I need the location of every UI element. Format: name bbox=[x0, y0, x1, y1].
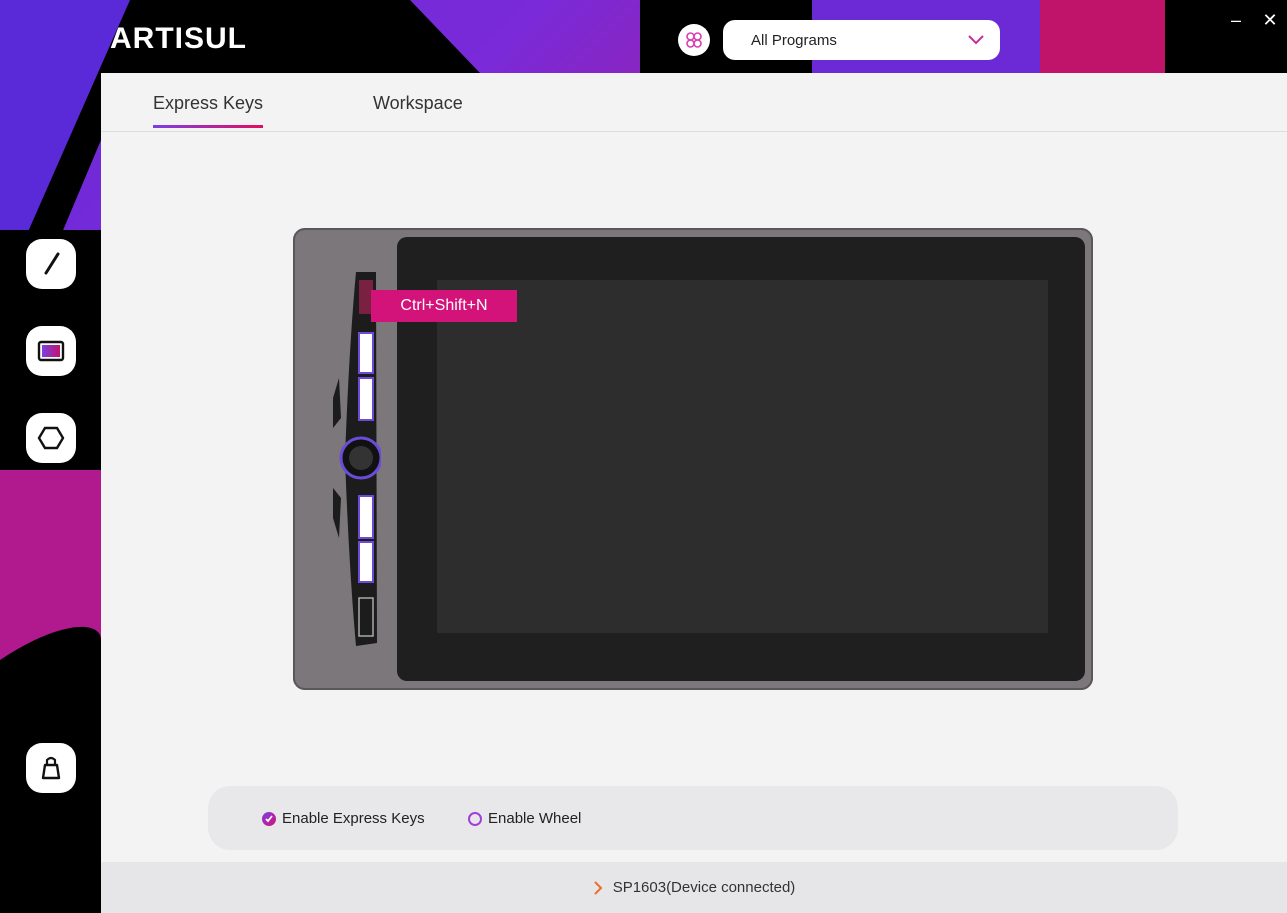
tab-express-keys[interactable]: Express Keys bbox=[153, 93, 264, 128]
program-selector-value: All Programs bbox=[751, 31, 837, 49]
close-button[interactable]: ✕ bbox=[1253, 0, 1287, 40]
express-key-4 bbox=[358, 495, 374, 539]
express-key-strip bbox=[333, 272, 381, 646]
enable-express-keys-option[interactable]: Enable Express Keys bbox=[262, 810, 425, 827]
express-key-3 bbox=[358, 377, 374, 421]
unchecked-radio-icon bbox=[468, 811, 482, 826]
hexagon-icon bbox=[37, 426, 65, 450]
minimize-button[interactable]: – bbox=[1219, 0, 1253, 40]
sidebar-item-pen[interactable] bbox=[26, 239, 76, 289]
enable-express-keys-label: Enable Express Keys bbox=[282, 810, 425, 827]
express-key-2 bbox=[358, 332, 374, 374]
status-bar: SP1603(Device connected) bbox=[101, 862, 1287, 913]
sidebar bbox=[0, 0, 101, 913]
tab-workspace[interactable]: Workspace bbox=[373, 93, 463, 114]
tablet-screen bbox=[437, 280, 1048, 633]
express-key-5 bbox=[358, 541, 374, 583]
pen-icon bbox=[44, 252, 60, 275]
options-bar: Enable Express Keys Enable Wheel bbox=[208, 786, 1178, 850]
checked-radio-icon bbox=[262, 811, 276, 826]
tablet-icon bbox=[37, 340, 65, 362]
device-status: SP1603(Device connected) bbox=[612, 879, 796, 896]
chevron-down-icon bbox=[968, 35, 984, 45]
tab-bar: Express Keys Workspace bbox=[101, 73, 1287, 132]
sidebar-item-hexagon[interactable] bbox=[26, 413, 76, 463]
chevron-right-icon bbox=[593, 880, 603, 895]
express-key-tooltip: Ctrl+Shift+N bbox=[371, 290, 517, 322]
enable-wheel-label: Enable Wheel bbox=[488, 810, 582, 827]
app-window: ARTISUL All Programs – ✕ Express Keys Wo… bbox=[0, 0, 1287, 913]
artisul-logo: ARTISUL bbox=[110, 22, 247, 55]
enable-wheel-option[interactable]: Enable Wheel bbox=[468, 810, 581, 827]
programs-icon[interactable] bbox=[678, 24, 710, 56]
express-key-6 bbox=[358, 597, 374, 637]
shopping-bag-icon bbox=[41, 756, 61, 780]
sidebar-item-store[interactable] bbox=[26, 743, 76, 793]
sidebar-item-tablet[interactable] bbox=[26, 326, 76, 376]
clover-icon bbox=[686, 32, 702, 48]
program-selector[interactable]: All Programs bbox=[723, 20, 1000, 60]
